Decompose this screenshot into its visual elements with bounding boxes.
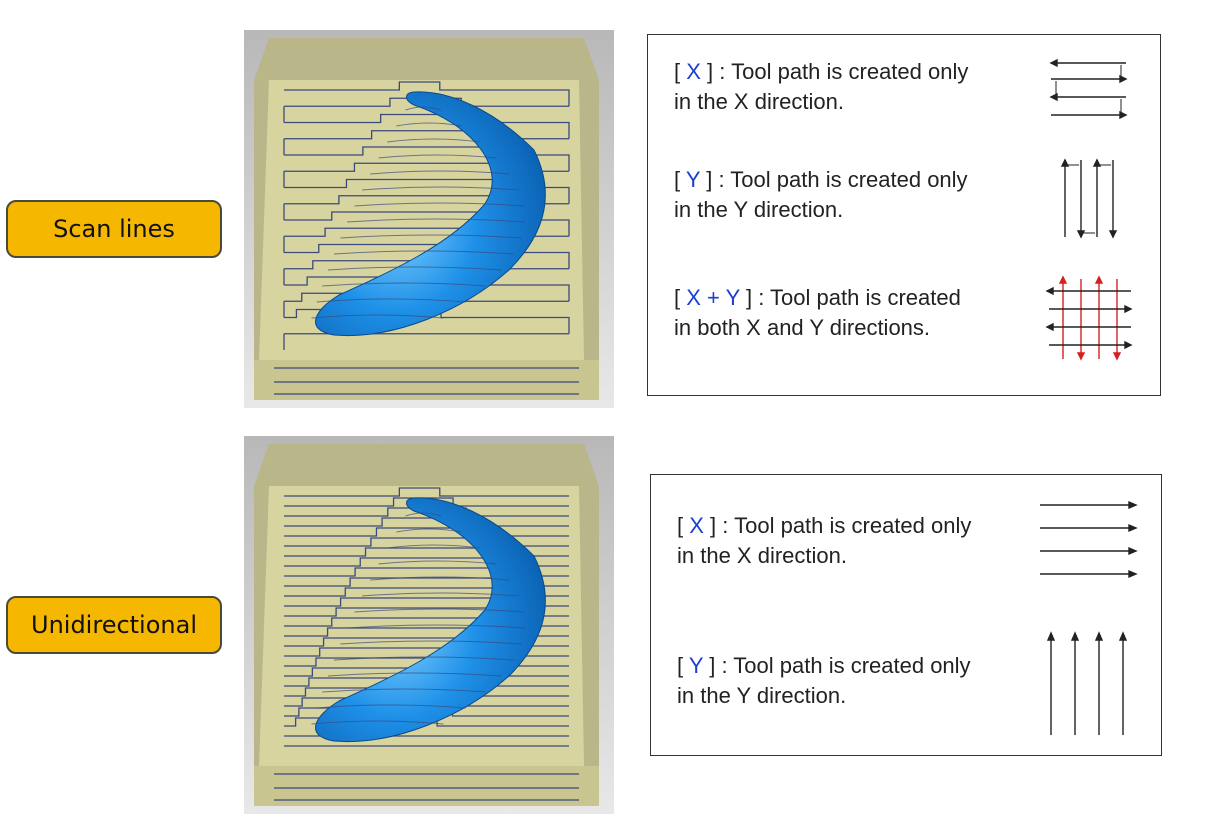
unidirectional-toolpath-image [244, 436, 614, 814]
option-y: [ Y ] : Tool path is created only in the… [674, 167, 968, 222]
y-zigzag-arrows-icon [1060, 158, 1118, 239]
option-y: [ Y ] : Tool path is created only in the… [677, 653, 971, 708]
option-x-plus-y: [ X + Y ] : Tool path is created in both… [674, 285, 961, 340]
xy-grid-arrows-icon [1045, 275, 1133, 361]
scan-lines-toolpath-image [244, 30, 614, 408]
unidirectional-label: Unidirectional [6, 596, 222, 654]
scan-lines-label: Scan lines [6, 200, 222, 258]
unidirectional-options-box: [ X ] : Tool path is created only in the… [650, 474, 1162, 756]
scan-lines-options-box: [ X ] : Tool path is created only in the… [647, 34, 1161, 396]
option-x: [ X ] : Tool path is created only in the… [677, 513, 972, 568]
y-parallel-arrows-icon [1046, 631, 1128, 735]
option-x: [ X ] : Tool path is created only in the… [674, 59, 969, 114]
x-parallel-arrows-icon [1040, 500, 1138, 579]
x-zigzag-arrows-icon [1049, 58, 1128, 120]
